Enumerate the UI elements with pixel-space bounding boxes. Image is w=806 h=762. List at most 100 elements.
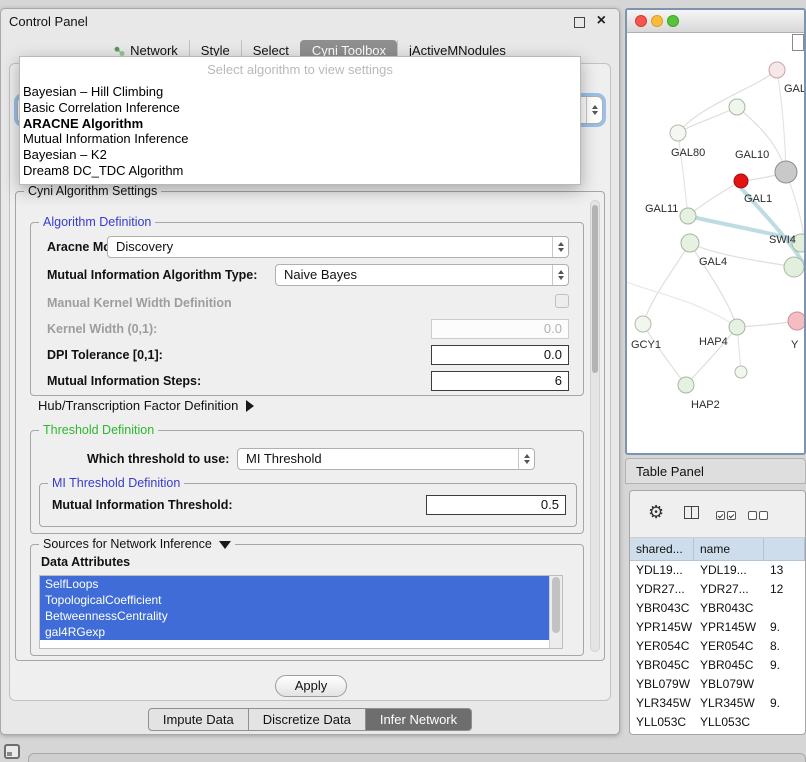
apply-button[interactable]: Apply <box>275 675 347 697</box>
table-cell: 9. <box>764 656 805 675</box>
mi-algorithm-type-combo[interactable]: Naive Bayes <box>275 264 569 286</box>
scrollbar-thumb[interactable] <box>552 577 560 633</box>
dpi-tolerance-label: DPI Tolerance [0,1]: <box>47 348 163 362</box>
network-node[interactable] <box>775 161 797 183</box>
table-row[interactable]: YDR27...YDR27...12 <box>630 580 805 599</box>
dpi-tolerance-field[interactable]: 0.0 <box>431 345 569 365</box>
combo-stepper-icon <box>586 97 602 123</box>
network-edge <box>737 107 786 172</box>
birdseye-toggle[interactable] <box>792 34 804 51</box>
network-view-window[interactable]: GALGAL80GAL10GAL1GAL11SWI4GAL4GCY1HAP4YH… <box>625 8 806 455</box>
table-row[interactable]: YER054CYER054C8. <box>630 637 805 656</box>
network-window-titlebar[interactable] <box>627 10 804 33</box>
table-row[interactable]: YBL079WYBL079W <box>630 675 805 694</box>
network-node[interactable] <box>635 316 651 332</box>
network-icon <box>114 45 125 56</box>
data-attribute-item[interactable]: BetweennessCentrality <box>40 608 549 624</box>
kernel-width-label: Kernel Width (0,1): <box>47 322 157 336</box>
bottom-tab-bar: Impute DataDiscretize DataInfer Network <box>1 708 619 731</box>
group-title: Cyni Algorithm Settings <box>24 184 161 198</box>
close-traffic-light-icon[interactable] <box>635 15 647 27</box>
aracne-mode-combo[interactable]: Discovery <box>107 236 569 258</box>
kernel-width-field[interactable]: 0.0 <box>431 319 569 339</box>
network-node[interactable] <box>670 125 686 141</box>
network-node[interactable] <box>681 234 699 252</box>
mi-steps-field[interactable]: 6 <box>431 371 569 391</box>
column-header[interactable]: name <box>694 538 764 560</box>
minimize-traffic-light-icon[interactable] <box>651 15 663 27</box>
close-icon[interactable]: × <box>597 12 606 30</box>
network-node[interactable] <box>788 312 804 330</box>
sources-collapse-header[interactable]: Sources for Network Inference <box>39 537 235 551</box>
table-cell: 13 <box>764 561 805 580</box>
tab-impute-data[interactable]: Impute Data <box>148 708 249 731</box>
mi-threshold-definition-group: MI Threshold Definition Mutual Informati… <box>39 483 577 527</box>
select-all-columns-icon[interactable] <box>716 508 738 523</box>
network-edge <box>688 181 741 216</box>
network-node[interactable] <box>734 174 748 188</box>
combo-stepper-icon <box>552 265 568 285</box>
control-panel-titlebar[interactable]: Control Panel × <box>1 9 619 35</box>
table-row[interactable]: YDL19...YDL19...13 <box>630 561 805 580</box>
algorithm-option[interactable]: Bayesian – K2 <box>20 147 580 163</box>
zoom-traffic-light-icon[interactable] <box>667 15 679 27</box>
algorithm-option[interactable]: Basic Correlation Inference <box>20 100 580 116</box>
deselect-all-columns-icon[interactable] <box>748 508 770 523</box>
settings-scrollbar[interactable] <box>590 200 600 652</box>
network-node[interactable] <box>729 99 745 115</box>
network-node[interactable] <box>784 257 804 277</box>
network-edge <box>643 324 686 385</box>
mi-threshold-label: Mutual Information Threshold: <box>52 498 233 512</box>
minimized-panel-icon[interactable] <box>4 744 20 759</box>
network-edge <box>678 107 737 133</box>
gear-icon[interactable]: ⚙ <box>648 502 664 523</box>
algorithm-option[interactable]: Dream8 DC_TDC Algorithm <box>20 163 580 179</box>
columns-icon[interactable] <box>684 506 699 522</box>
column-header[interactable]: shared... <box>630 538 694 560</box>
hub-definition-expander[interactable]: Hub/Transcription Factor Definition <box>38 398 254 413</box>
scrollbar-thumb[interactable] <box>592 205 598 373</box>
dock-icon-inner <box>7 752 12 756</box>
table-cell: YLL053C <box>694 713 764 732</box>
data-attribute-item[interactable]: gal4RGexp <box>40 624 549 640</box>
network-node[interactable] <box>735 366 747 378</box>
algorithm-option[interactable]: Mutual Information Inference <box>20 131 580 147</box>
float-window-icon[interactable] <box>574 17 585 28</box>
threshold-to-use-combo[interactable]: MI Threshold <box>237 448 535 470</box>
table-row[interactable]: YLR345WYLR345W9. <box>630 694 805 713</box>
tab-infer-network[interactable]: Infer Network <box>366 708 472 731</box>
data-attribute-item[interactable]: TopologicalCoefficient <box>40 592 549 608</box>
data-attributes-list[interactable]: SelfLoopsTopologicalCoefficientBetweenne… <box>39 575 563 649</box>
algorithm-option[interactable]: Bayesian – Hill Climbing <box>20 84 580 100</box>
table-row[interactable]: YBR045CYBR045C9. <box>630 656 805 675</box>
table-panel-titlebar[interactable]: Table Panel <box>625 458 806 484</box>
table-cell: YLR345W <box>694 694 764 713</box>
network-node-label: GAL80 <box>671 147 705 159</box>
network-node[interactable] <box>680 208 696 224</box>
algorithm-option[interactable]: ARACNE Algorithm <box>20 116 580 132</box>
network-node-label: HAP4 <box>699 336 728 348</box>
table-cell: YLR345W <box>630 694 694 713</box>
list-scrollbar[interactable] <box>549 576 562 648</box>
network-node[interactable] <box>729 319 745 335</box>
table-window: ⚙ shared...name YDL19...YDL19...13YDR27.… <box>629 490 806 735</box>
combo-stepper-icon <box>552 237 568 257</box>
table-cell: 8. <box>764 637 805 656</box>
mi-threshold-field[interactable]: 0.5 <box>426 495 566 515</box>
network-node[interactable] <box>769 62 785 78</box>
sources-title-label: Sources for Network Inference <box>43 537 212 551</box>
combo-value: Naive Bayes <box>276 265 552 285</box>
network-node-label: HAP2 <box>691 399 720 411</box>
threshold-definition-group: Threshold Definition Which threshold to … <box>30 430 584 534</box>
network-node[interactable] <box>678 377 694 393</box>
table-cell: 12 <box>764 580 805 599</box>
table-row[interactable]: YLL053CYLL053C <box>630 713 805 732</box>
manual-kernel-checkbox[interactable] <box>555 294 569 308</box>
tab-discretize-data[interactable]: Discretize Data <box>249 708 366 731</box>
data-attribute-item[interactable]: SelfLoops <box>40 576 549 592</box>
table-row[interactable]: YPR145WYPR145W9. <box>630 618 805 637</box>
network-canvas[interactable]: GALGAL80GAL10GAL1GAL11SWI4GAL4GCY1HAP4YH… <box>627 32 804 453</box>
column-header[interactable] <box>764 538 805 560</box>
mi-steps-label: Mutual Information Steps: <box>47 374 201 388</box>
table-row[interactable]: YBR043CYBR043C <box>630 599 805 618</box>
